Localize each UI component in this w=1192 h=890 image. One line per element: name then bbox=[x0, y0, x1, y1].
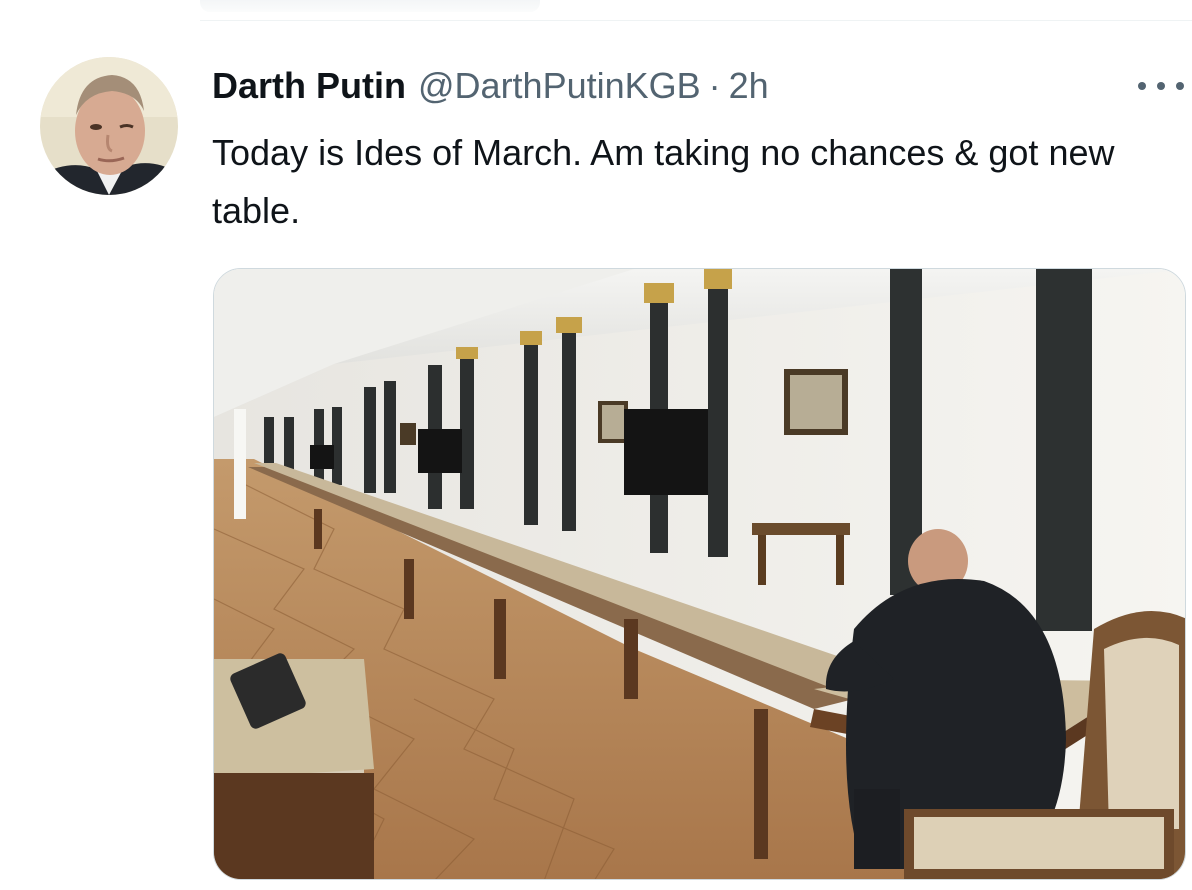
more-dots-icon[interactable] bbox=[1138, 68, 1184, 104]
dot bbox=[1138, 82, 1146, 90]
author-avatar[interactable] bbox=[40, 57, 178, 195]
timestamp[interactable]: 2h bbox=[729, 65, 769, 107]
tweet-photo[interactable] bbox=[213, 268, 1186, 880]
avatar-image bbox=[40, 57, 178, 195]
header-separator: · bbox=[708, 65, 721, 106]
dot bbox=[1176, 82, 1184, 90]
tweet-header: Darth Putin @DarthPutinKGB · 2h bbox=[212, 64, 769, 108]
divider bbox=[200, 20, 1192, 21]
previous-item-edge bbox=[200, 0, 540, 12]
author-name[interactable]: Darth Putin bbox=[212, 65, 406, 107]
dot bbox=[1157, 82, 1165, 90]
tweet-text: Today is Ides of March. Am taking no cha… bbox=[212, 132, 1115, 231]
hall-photo bbox=[214, 269, 1185, 879]
author-handle[interactable]: @DarthPutinKGB bbox=[418, 65, 701, 107]
